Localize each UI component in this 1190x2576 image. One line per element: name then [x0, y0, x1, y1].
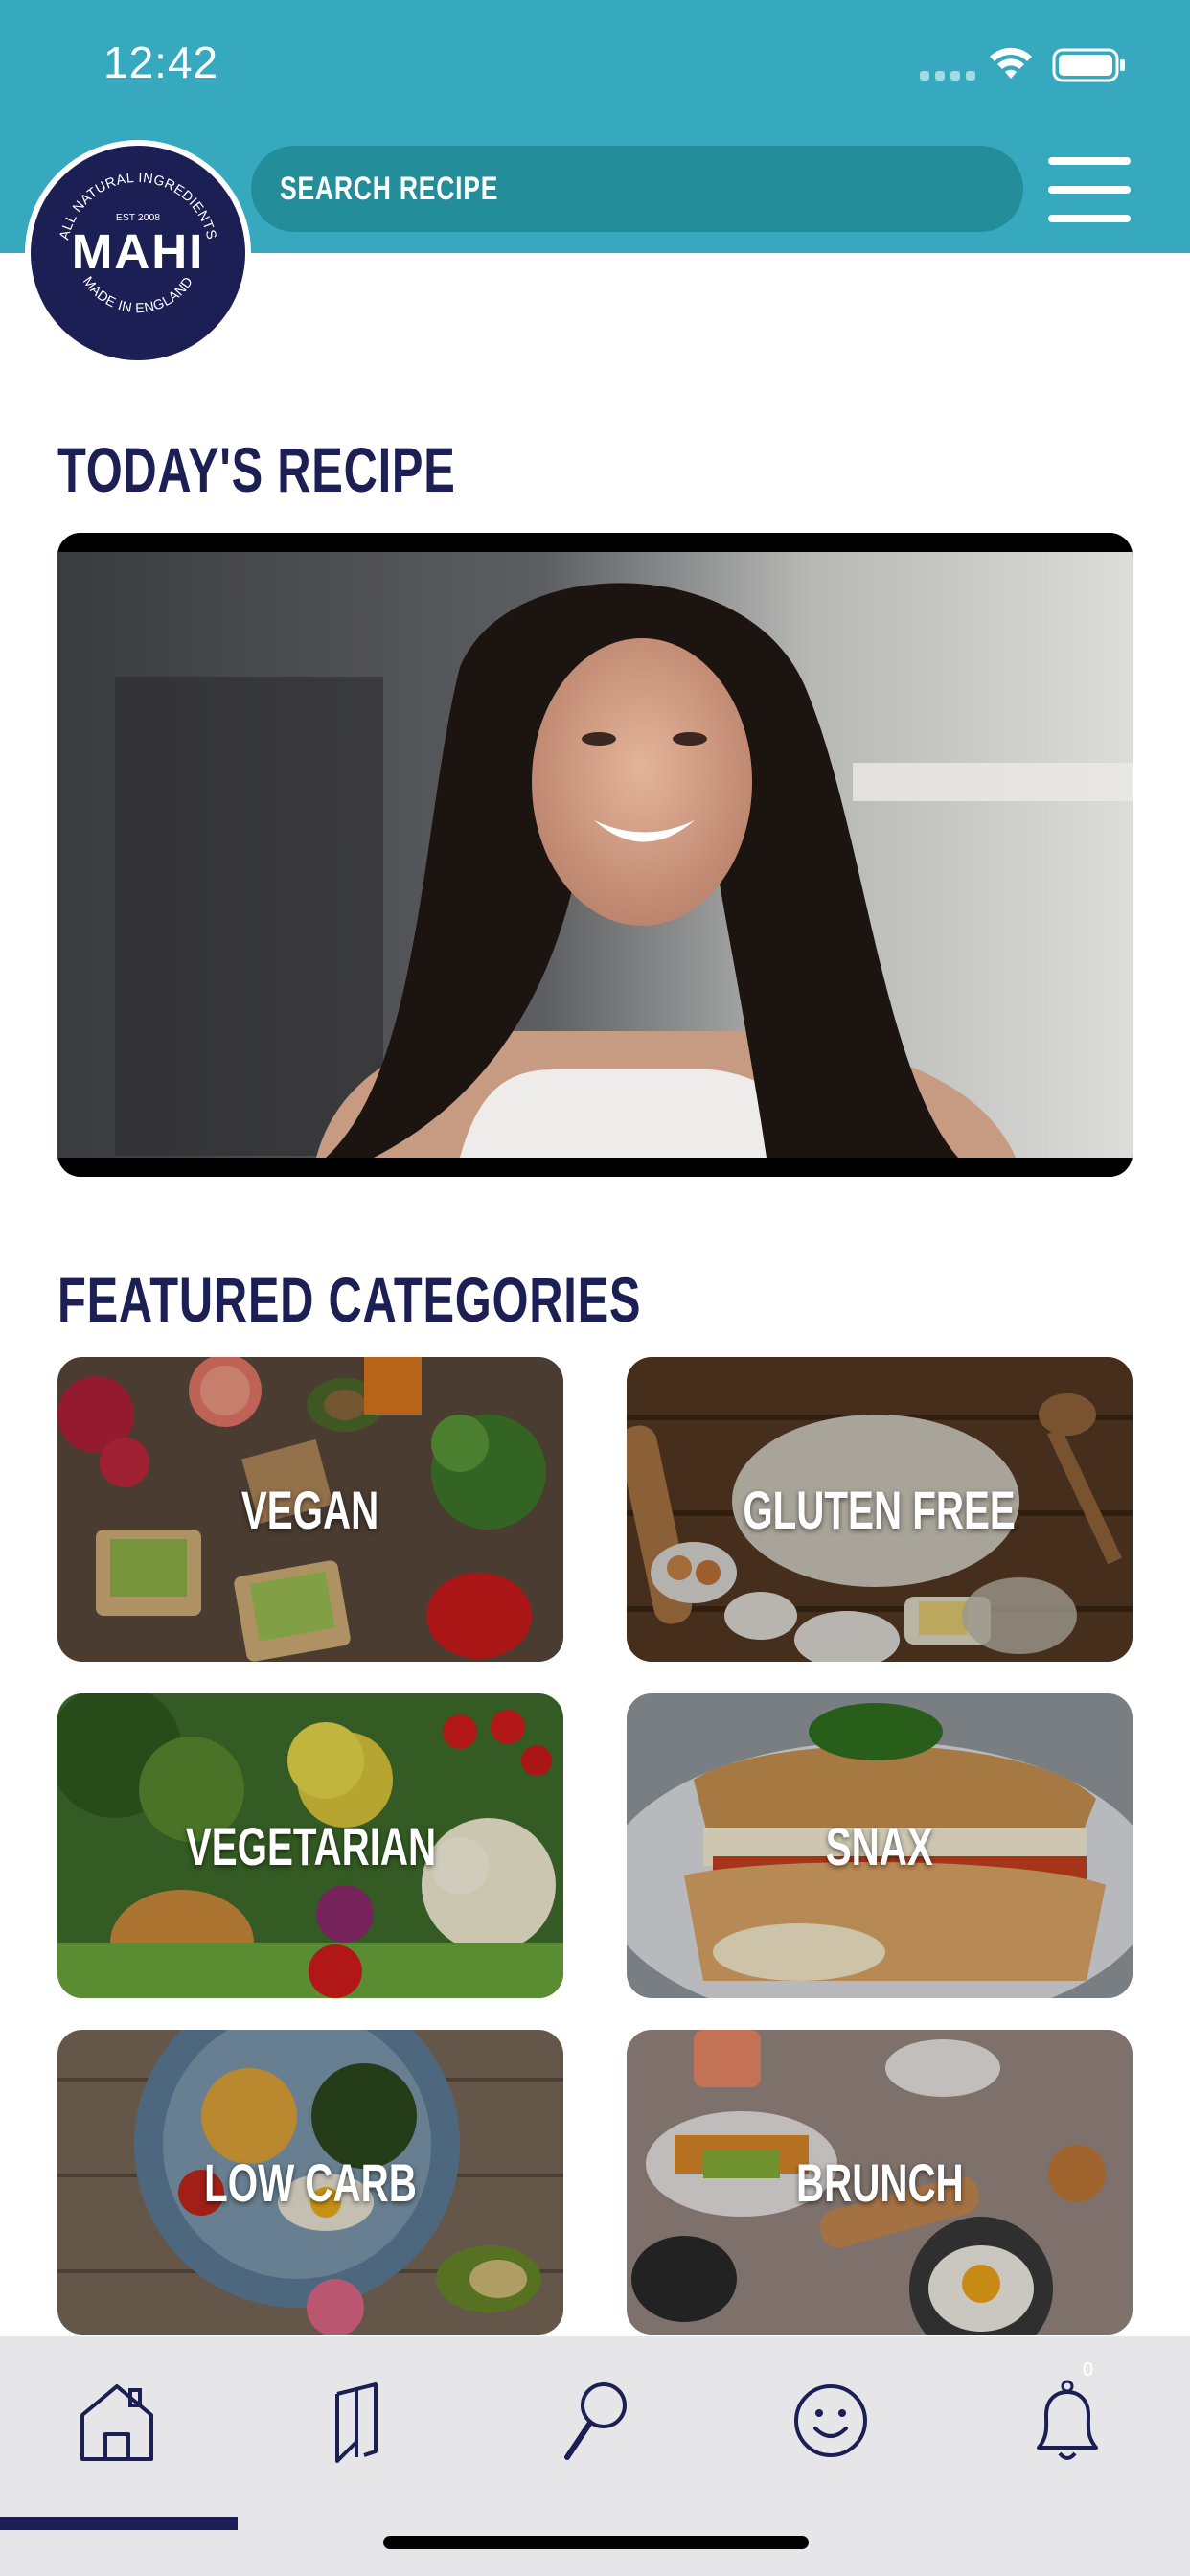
category-label-snax: SNAX: [825, 1815, 934, 1876]
logo-est-text: EST 2008: [116, 213, 160, 223]
hamburger-menu-icon[interactable]: [1048, 155, 1131, 224]
featured-categories-title: FEATURED CATEGORIES: [57, 1264, 642, 1335]
category-card-gluten-free[interactable]: GLUTEN FREE: [627, 1357, 1133, 1662]
category-label-brunch: BRUNCH: [795, 2151, 964, 2213]
bookmark-icon[interactable]: [309, 2373, 404, 2469]
category-card-low-carb[interactable]: LOW CARB: [57, 2030, 563, 2334]
category-card-brunch[interactable]: BRUNCH: [627, 2030, 1133, 2334]
todays-recipe-video[interactable]: [57, 533, 1133, 1177]
search-icon[interactable]: [546, 2373, 642, 2469]
svg-text:MADE IN ENGLAND: MADE IN ENGLAND: [80, 274, 196, 316]
todays-recipe-title: TODAY'S RECIPE: [57, 434, 456, 505]
cellular-signal-icon: [920, 71, 975, 80]
category-card-vegetarian[interactable]: VEGETARIAN: [57, 1693, 563, 1998]
smiley-icon[interactable]: [783, 2373, 879, 2469]
bell-icon[interactable]: [1019, 2373, 1115, 2469]
category-label-vegetarian: VEGETARIAN: [185, 1815, 436, 1876]
home-icon[interactable]: [69, 2373, 165, 2469]
category-card-vegan[interactable]: VEGAN: [57, 1357, 563, 1662]
status-time: 12:42: [103, 37, 219, 87]
search-bar[interactable]: [251, 146, 1023, 232]
logo-name-text: MAHI: [72, 224, 205, 279]
category-label-gluten-free: GLUTEN FREE: [743, 1479, 1017, 1540]
category-label-vegan: VEGAN: [241, 1479, 379, 1540]
brand-logo: ALL NATURAL INGREDIENTS EST 2008 MAHI MA…: [25, 140, 251, 366]
search-input[interactable]: [280, 170, 818, 208]
selected-tab-indicator: [0, 2517, 238, 2530]
category-label-low-carb: LOW CARB: [204, 2151, 417, 2213]
category-card-snax[interactable]: SNAX: [627, 1693, 1133, 1998]
video-thumbnail-image: [57, 533, 1133, 1177]
notification-count: 0: [1083, 2359, 1094, 2380]
logo-arc-bottom-text: MADE IN ENGLAND: [80, 274, 196, 316]
wifi-icon: [990, 47, 1032, 79]
battery-icon: [1052, 48, 1125, 82]
home-indicator-bar: [383, 2536, 809, 2549]
